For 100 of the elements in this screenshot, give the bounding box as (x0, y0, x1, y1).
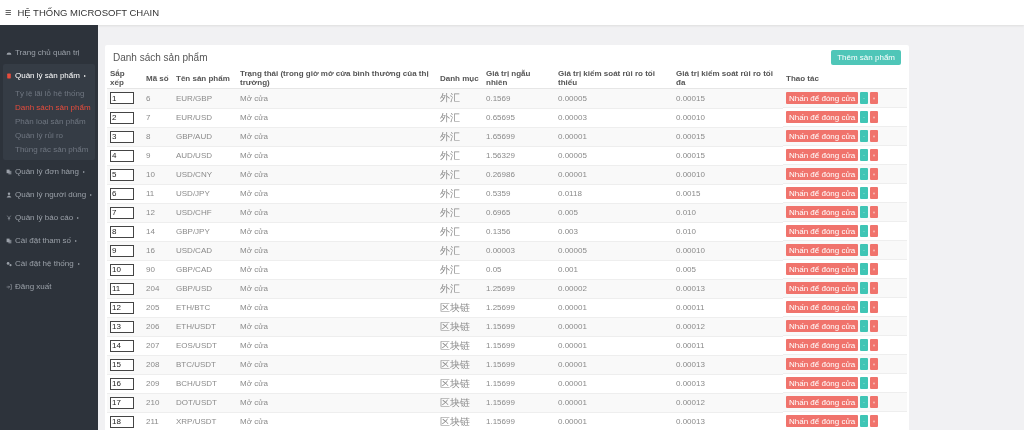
delete-button[interactable] (870, 377, 879, 389)
sort-order-field[interactable]: 18 (110, 415, 134, 428)
delete-button[interactable] (870, 206, 879, 218)
close-market-button[interactable]: Nhấn để đóng cửa (786, 339, 859, 351)
edit-button[interactable] (860, 92, 869, 104)
close-market-button[interactable]: Nhấn để đóng cửa (786, 92, 859, 104)
delete-button[interactable] (870, 149, 879, 161)
sort-order-field[interactable]: 2 (110, 111, 134, 124)
sidebar-item[interactable]: Đăng xuất (3, 275, 95, 298)
close-market-button[interactable]: Nhấn để đóng cửa (786, 377, 859, 389)
close-market-button[interactable]: Nhấn để đóng cửa (786, 187, 859, 199)
close-market-button[interactable]: Nhấn để đóng cửa (786, 320, 859, 332)
close-market-button[interactable]: Nhấn để đóng cửa (786, 168, 859, 180)
table-cell: 外汇 (440, 282, 460, 294)
table-cell: 8 (146, 132, 151, 141)
edit-button[interactable] (860, 377, 869, 389)
sort-order-field[interactable]: 4 (110, 149, 134, 162)
close-market-button[interactable]: Nhấn để đóng cửa (786, 225, 859, 237)
sidebar-item[interactable]: Quản lý đơn hàng (3, 160, 95, 183)
sort-order-field[interactable]: 1 (110, 92, 134, 105)
edit-button[interactable] (860, 206, 869, 218)
close-market-button[interactable]: Nhấn để đóng cửa (786, 111, 859, 123)
close-market-button[interactable]: Nhấn để đóng cửa (786, 396, 859, 408)
sort-order-field[interactable]: 16 (110, 377, 134, 390)
delete-button[interactable] (870, 225, 879, 237)
delete-button[interactable] (870, 111, 879, 123)
edit-button[interactable] (860, 130, 869, 142)
table-cell: 0.00012 (676, 398, 705, 407)
edit-button[interactable] (860, 358, 869, 370)
sidebar-item[interactable]: Trang chủ quản trị (3, 41, 95, 64)
delete-button[interactable] (870, 301, 879, 313)
edit-button[interactable] (860, 415, 869, 427)
close-market-button[interactable]: Nhấn để đóng cửa (786, 282, 859, 294)
delete-button[interactable] (870, 282, 879, 294)
sort-order-field[interactable]: 9 (110, 244, 134, 257)
table-cell: 0.00012 (676, 322, 705, 331)
delete-button[interactable] (870, 244, 879, 256)
close-market-button[interactable]: Nhấn để đóng cửa (786, 206, 859, 218)
sidebar-item[interactable]: Cài đặt tham số (3, 229, 95, 252)
edit-button[interactable] (860, 339, 869, 351)
close-market-button[interactable]: Nhấn để đóng cửa (786, 358, 859, 370)
delete-button[interactable] (870, 263, 879, 275)
edit-button[interactable] (860, 168, 869, 180)
edit-button[interactable] (860, 187, 869, 199)
sidebar-item[interactable]: Cài đặt hệ thống (3, 252, 95, 275)
table-cell: Mở cửa (240, 208, 268, 217)
edit-button[interactable] (860, 225, 869, 237)
delete-button[interactable] (870, 130, 879, 142)
table-cell: 210 (146, 398, 160, 407)
table-cell: 0.00005 (558, 151, 587, 160)
sort-order-field[interactable]: 5 (110, 168, 134, 181)
table-cell: 0.00010 (676, 170, 705, 179)
edit-button[interactable] (860, 396, 869, 408)
edit-button[interactable] (860, 111, 869, 123)
edit-button[interactable] (860, 282, 869, 294)
delete-button[interactable] (870, 339, 879, 351)
close-market-button[interactable]: Nhấn để đóng cửa (786, 130, 859, 142)
sort-order-field[interactable]: 12 (110, 301, 134, 314)
sort-order-field[interactable]: 13 (110, 320, 134, 333)
table-cell: 外汇 (440, 130, 460, 142)
delete-button[interactable] (870, 92, 879, 104)
delete-button[interactable] (870, 187, 879, 199)
sidebar-item[interactable]: Quản lý người dùng (3, 183, 95, 206)
edit-button[interactable] (860, 301, 869, 313)
submenu-item[interactable]: Danh sách sản phẩm (3, 101, 95, 115)
delete-button[interactable] (870, 168, 879, 180)
table-cell: 0.6965 (486, 208, 511, 217)
edit-button[interactable] (860, 244, 869, 256)
table-cell: BCH/USDT (176, 379, 217, 388)
delete-button[interactable] (870, 396, 879, 408)
delete-button[interactable] (870, 320, 879, 332)
table-cell: Mở cửa (240, 113, 268, 122)
edit-button[interactable] (860, 263, 869, 275)
close-market-button[interactable]: Nhấn để đóng cửa (786, 244, 859, 256)
close-market-button[interactable]: Nhấn để đóng cửa (786, 301, 859, 313)
sort-order-field[interactable]: 11 (110, 282, 134, 295)
table-cell: Mở cửa (240, 246, 268, 255)
close-market-button[interactable]: Nhấn để đóng cửa (786, 263, 859, 275)
sort-order-field[interactable]: 14 (110, 339, 134, 352)
close-market-button[interactable]: Nhấn để đóng cửa (786, 149, 859, 161)
sort-order-field[interactable]: 8 (110, 225, 134, 238)
table-cell: 0.00005 (558, 93, 587, 103)
edit-button[interactable] (860, 320, 869, 332)
delete-button[interactable] (870, 358, 879, 370)
table-cell: 12 (146, 208, 155, 217)
table-cell: 0.00005 (558, 246, 587, 255)
close-market-button[interactable]: Nhấn để đóng cửa (786, 415, 859, 427)
sort-order-field[interactable]: 17 (110, 396, 134, 409)
sort-order-field[interactable]: 3 (110, 130, 134, 143)
sidebar-item[interactable]: Quản lý báo cáo (3, 206, 95, 229)
menu-icon[interactable]: ≡ (5, 7, 12, 18)
edit-button[interactable] (860, 149, 869, 161)
sort-order-field[interactable]: 6 (110, 187, 134, 200)
sort-order-field[interactable]: 7 (110, 206, 134, 219)
delete-button[interactable] (870, 415, 879, 427)
sidebar-item[interactable]: Quản lý sản phẩm (3, 64, 95, 87)
table-cell: 0.00013 (676, 417, 705, 426)
table-cell: AUD/USD (176, 151, 212, 160)
sort-order-field[interactable]: 10 (110, 263, 134, 276)
sort-order-field[interactable]: 15 (110, 358, 134, 371)
